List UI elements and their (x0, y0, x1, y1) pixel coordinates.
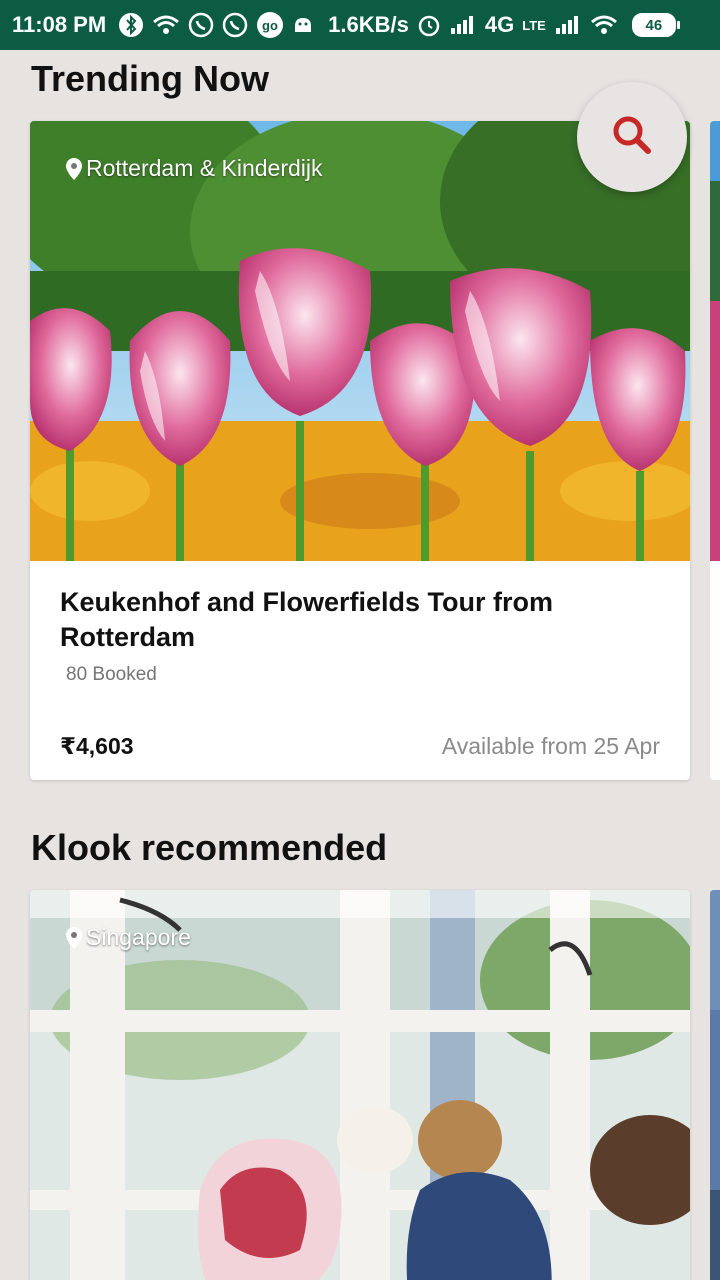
wifi-icon (152, 14, 180, 36)
activity-price: ₹4,603 (60, 733, 134, 759)
activity-title[interactable]: Keukenhof and Flowerfields Tour from Rot… (60, 585, 620, 655)
status-time: 11:08 PM (12, 12, 107, 37)
battery-level: 46 (645, 16, 663, 34)
notification-icons: go (118, 11, 314, 39)
svg-text:go: go (262, 18, 278, 33)
search-icon (610, 113, 654, 162)
signal-icon (554, 14, 582, 36)
next-card-peek[interactable] (710, 890, 720, 1280)
booked-count: 80 Booked (66, 664, 157, 685)
section-title-recommended: Klook recommended (31, 827, 388, 868)
system-icons: 4G LTE 46 (417, 12, 680, 38)
network-speed: 1.6KB/s (328, 12, 409, 37)
location-text: Singapore (86, 924, 191, 950)
section-title-trending: Trending Now (31, 58, 269, 99)
card-image: Singapore (30, 890, 690, 1280)
volte-label: LTE (522, 17, 546, 33)
activity-card[interactable]: Singapore (30, 890, 690, 1280)
android-icon (292, 14, 314, 36)
status-bar: 11:08 PM go 1.6KB/s 4G LTE 46 (0, 0, 720, 50)
card-body: Keukenhof and Flowerfields Tour from Rot… (30, 561, 690, 780)
signal-icon (449, 14, 477, 36)
network-type: 4G (484, 12, 515, 37)
whatsapp-icon (222, 12, 248, 38)
next-card-peek[interactable] (710, 121, 720, 780)
wifi-icon (590, 14, 618, 36)
location-pin-icon (66, 926, 82, 949)
alarm-icon (417, 13, 441, 37)
card-image: Rotterdam & Kinderdijk (30, 121, 690, 561)
location-label: Rotterdam & Kinderdijk (66, 155, 323, 182)
battery-indicator: 46 (631, 13, 680, 37)
app-screen: 11:08 PM go 1.6KB/s 4G LTE 46 Trending N… (0, 0, 720, 1280)
location-pin-icon (66, 157, 82, 180)
bluetooth-icon (118, 12, 144, 38)
availability-date: Available from 25 Apr (441, 733, 660, 759)
location-label: Singapore (66, 924, 191, 951)
search-button[interactable] (577, 82, 687, 192)
whatsapp-icon (188, 12, 214, 38)
go-icon: go (256, 11, 284, 39)
activity-card[interactable]: Rotterdam & Kinderdijk Keukenhof and Flo… (30, 121, 690, 780)
location-text: Rotterdam & Kinderdijk (86, 155, 323, 181)
